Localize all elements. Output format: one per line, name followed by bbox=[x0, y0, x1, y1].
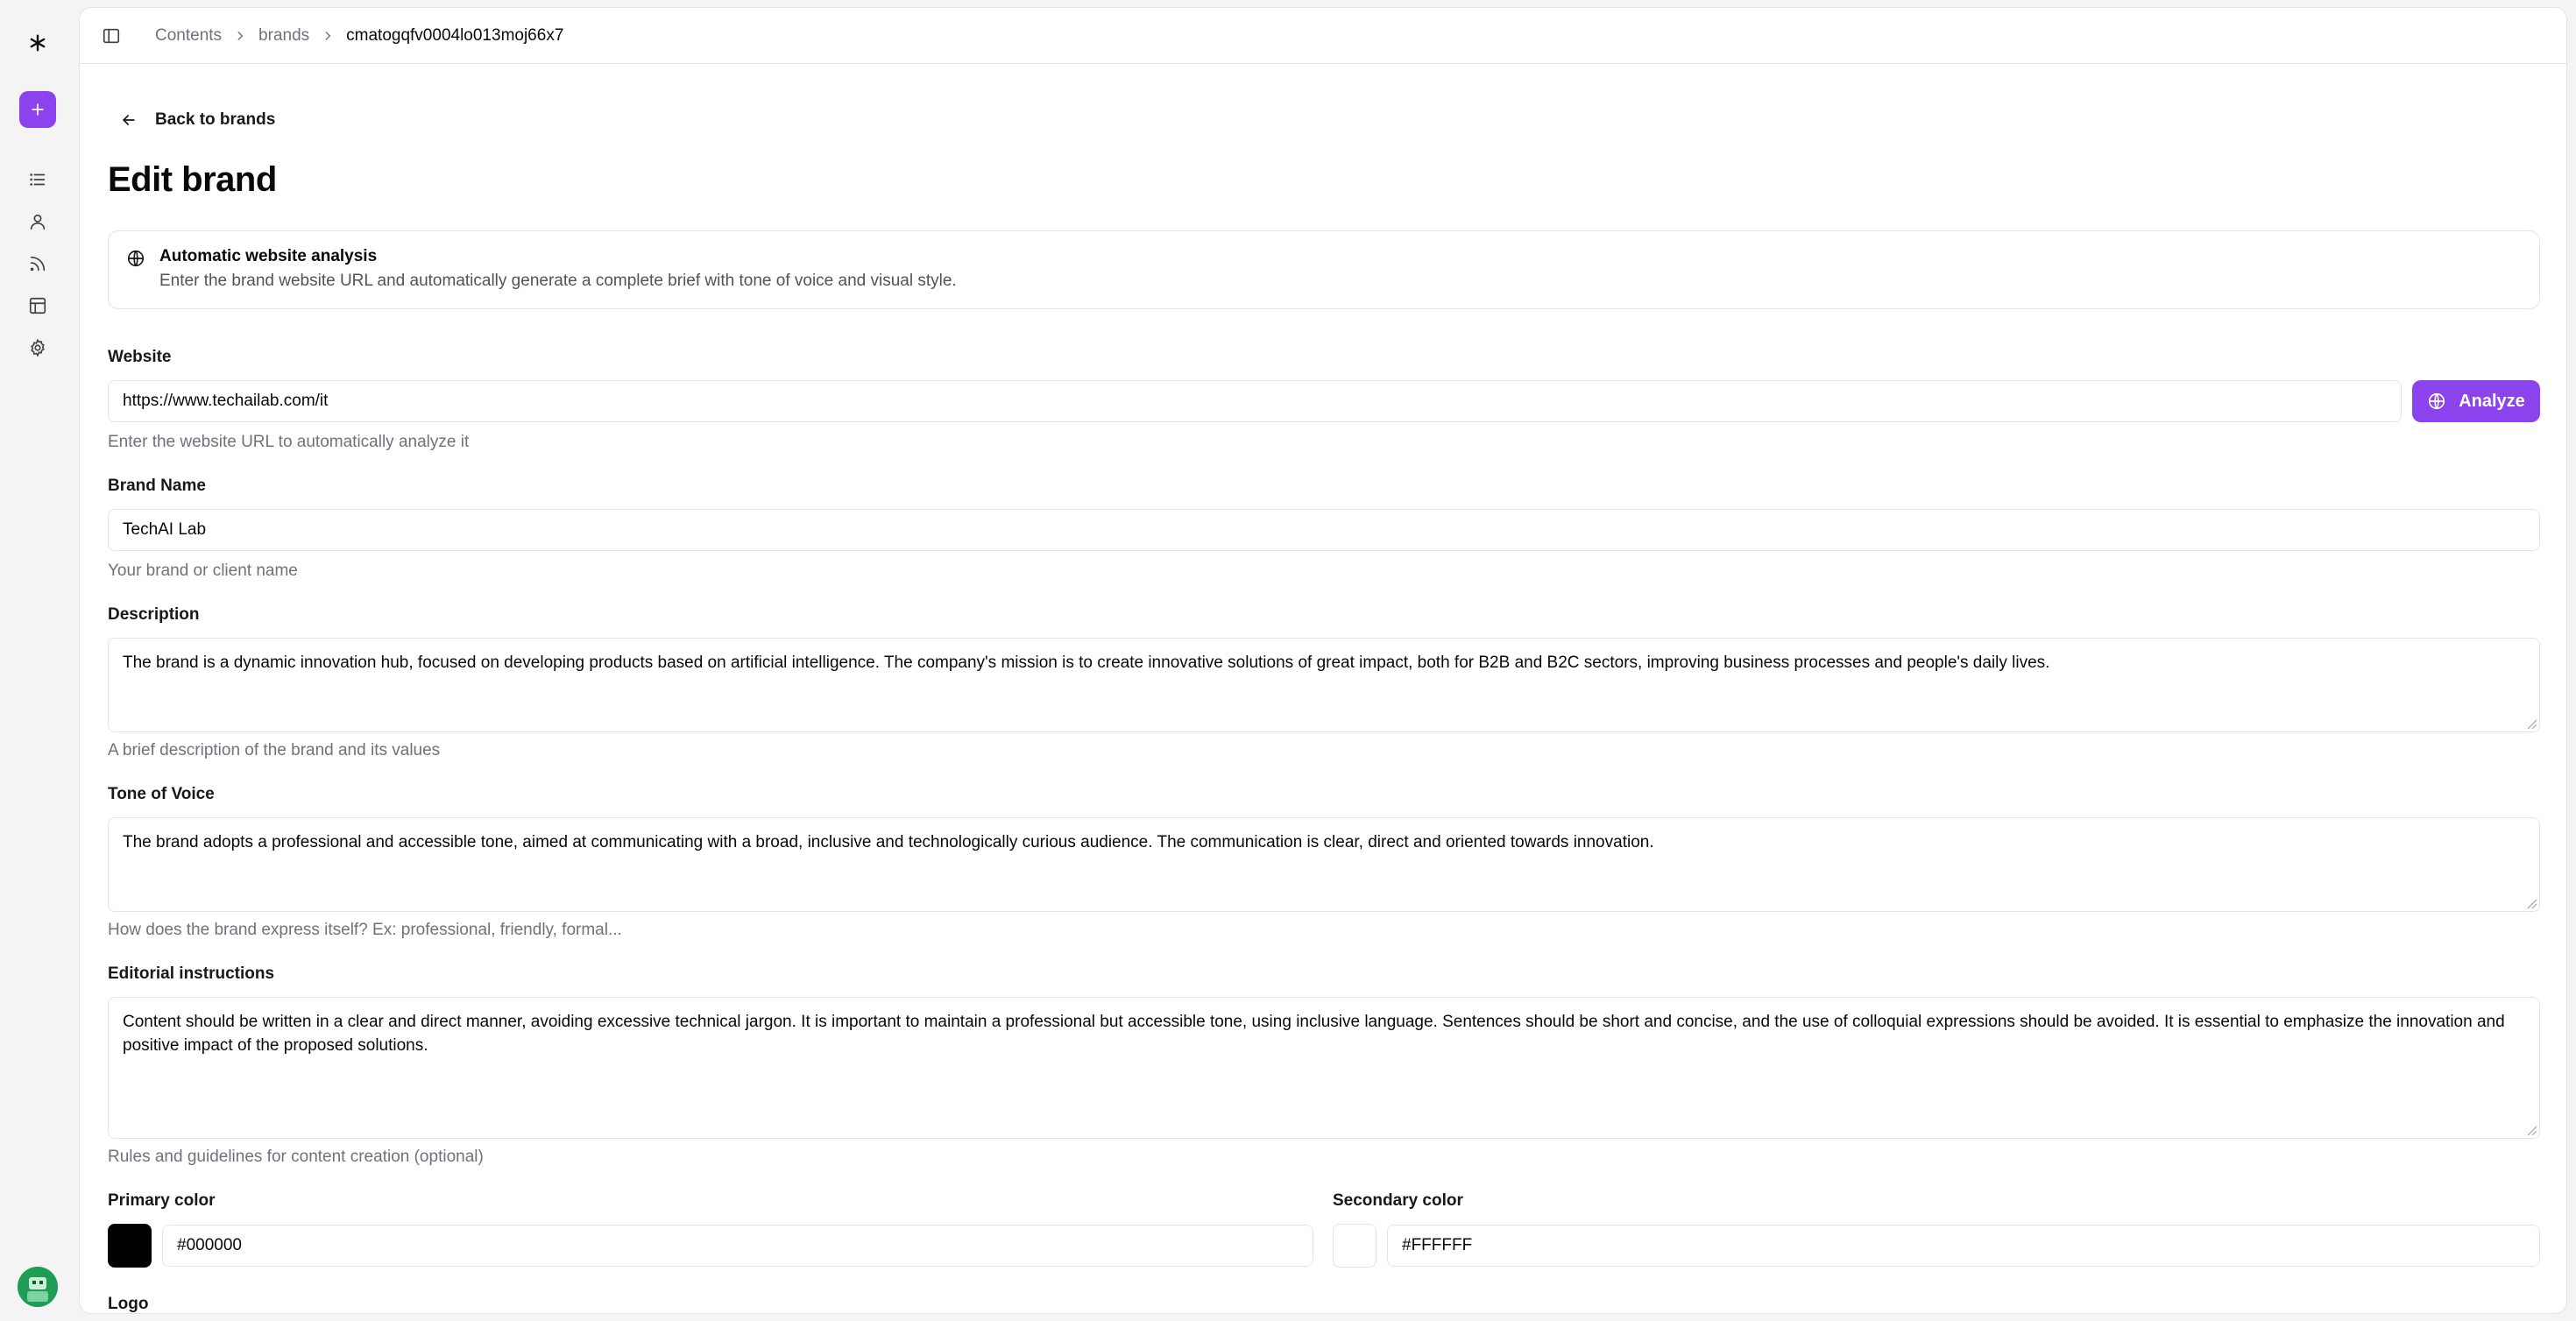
asterisk-icon[interactable] bbox=[19, 25, 56, 61]
nav-templates-button[interactable] bbox=[19, 287, 56, 324]
back-link-label: Back to brands bbox=[155, 110, 276, 129]
editorial-instructions-helper: Rules and guidelines for content creatio… bbox=[108, 1148, 484, 1166]
resize-handle-icon[interactable] bbox=[2525, 717, 2537, 730]
tone-of-voice-text: The brand adopts a professional and acce… bbox=[123, 833, 1654, 851]
globe-icon bbox=[2429, 392, 2445, 410]
website-label: Website bbox=[108, 348, 172, 366]
description-helper: A brief description of the brand and its… bbox=[108, 741, 441, 759]
arrow-left-icon bbox=[122, 115, 135, 125]
top-bar: Contents brands cmatogqfv0004lo013moj66x… bbox=[80, 8, 2566, 64]
logo-label: Logo bbox=[108, 1295, 149, 1313]
breadcrumb-brands[interactable]: brands bbox=[258, 26, 309, 46]
analysis-card-description: Enter the brand website URL and automati… bbox=[159, 272, 957, 290]
breadcrumb-current: cmatogqfv0004lo013moj66x7 bbox=[346, 26, 564, 45]
nav-brands-button[interactable] bbox=[19, 203, 56, 240]
brand-name-helper: Your brand or client name bbox=[108, 562, 298, 580]
primary-color-swatch[interactable] bbox=[108, 1224, 152, 1268]
nav-contents-button[interactable] bbox=[19, 161, 56, 198]
chevron-right-icon bbox=[234, 30, 246, 42]
analysis-info-card: Automatic website analysis Enter the bra… bbox=[108, 230, 2540, 309]
secondary-color-label: Secondary color bbox=[1333, 1191, 1463, 1210]
layout-icon bbox=[29, 297, 46, 314]
brand-name-input[interactable]: TechAI Lab bbox=[108, 509, 2540, 551]
chevron-right-icon bbox=[322, 30, 334, 42]
analyze-button-label: Analyze bbox=[2459, 391, 2525, 411]
tone-of-voice-label: Tone of Voice bbox=[108, 785, 215, 803]
editorial-instructions-label: Editorial instructions bbox=[108, 964, 275, 983]
resize-handle-icon[interactable] bbox=[2525, 897, 2537, 909]
tone-of-voice-helper: How does the brand express itself? Ex: p… bbox=[108, 921, 622, 939]
primary-color-input[interactable]: #000000 bbox=[162, 1225, 1313, 1267]
website-helper: Enter the website URL to automatically a… bbox=[108, 433, 470, 451]
plus-icon bbox=[32, 103, 44, 116]
main-panel: Contents brands cmatogqfv0004lo013moj66x… bbox=[79, 7, 2567, 1314]
secondary-color-swatch[interactable] bbox=[1333, 1224, 1376, 1268]
editorial-instructions-text: Content should be written in a clear and… bbox=[123, 1013, 2505, 1055]
nav-settings-button[interactable] bbox=[19, 329, 56, 366]
back-to-brands-link[interactable]: Back to brands bbox=[108, 102, 275, 138]
list-icon bbox=[30, 173, 46, 186]
primary-color-label: Primary color bbox=[108, 1191, 216, 1210]
page-title: Edit brand bbox=[108, 160, 277, 199]
new-content-button[interactable] bbox=[19, 91, 56, 128]
resize-handle-icon[interactable] bbox=[2525, 1124, 2537, 1136]
user-icon bbox=[30, 214, 46, 230]
description-label: Description bbox=[108, 605, 200, 624]
brand-name-label: Brand Name bbox=[108, 477, 206, 495]
editorial-instructions-textarea[interactable]: Content should be written in a clear and… bbox=[108, 997, 2540, 1139]
tone-of-voice-textarea[interactable]: The brand adopts a professional and acce… bbox=[108, 817, 2540, 912]
breadcrumb-contents[interactable]: Contents bbox=[155, 26, 222, 46]
description-textarea[interactable]: The brand is a dynamic innovation hub, f… bbox=[108, 638, 2540, 732]
secondary-color-input[interactable]: #FFFFFF bbox=[1387, 1225, 2540, 1267]
sidebar-icon bbox=[103, 28, 120, 44]
nav-feeds-button[interactable] bbox=[19, 245, 56, 282]
rss-icon bbox=[30, 256, 46, 272]
avatar[interactable] bbox=[18, 1267, 58, 1307]
analysis-card-title: Automatic website analysis bbox=[159, 247, 378, 265]
breadcrumb: Contents brands cmatogqfv0004lo013moj66x… bbox=[155, 8, 563, 64]
settings-icon bbox=[31, 338, 45, 357]
description-text: The brand is a dynamic innovation hub, f… bbox=[123, 653, 2050, 672]
globe-icon bbox=[126, 249, 145, 268]
app-rail bbox=[0, 0, 75, 1321]
analyze-button[interactable]: Analyze bbox=[2412, 380, 2540, 422]
sidebar-toggle-button[interactable] bbox=[97, 22, 125, 50]
website-input[interactable]: https://www.techailab.com/it bbox=[108, 380, 2402, 422]
